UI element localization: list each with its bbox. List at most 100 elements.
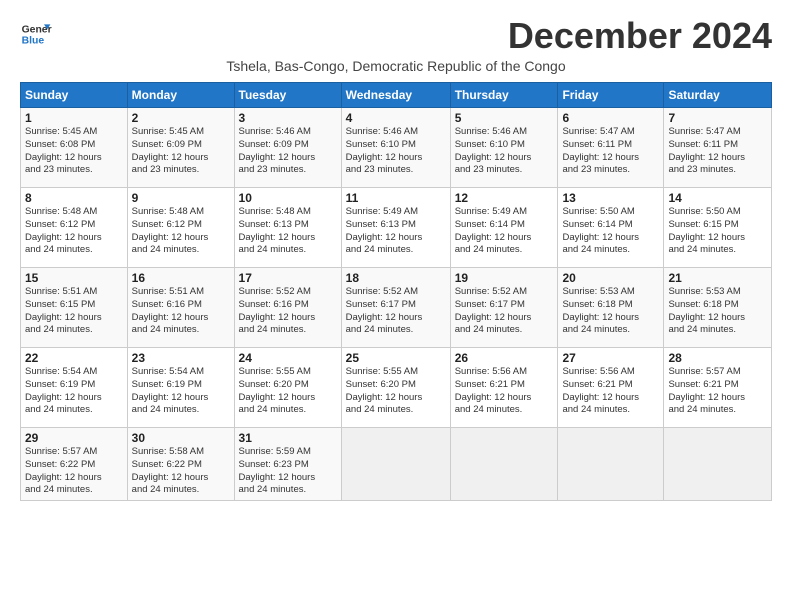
day-info: Sunrise: 5:58 AMSunset: 6:22 PMDaylight:…	[132, 446, 230, 497]
logo: General Blue	[20, 18, 52, 50]
day-info: Sunrise: 5:47 AMSunset: 6:11 PMDaylight:…	[562, 126, 659, 177]
calendar-cell: 22Sunrise: 5:54 AMSunset: 6:19 PMDayligh…	[21, 348, 128, 428]
day-info: Sunrise: 5:48 AMSunset: 6:13 PMDaylight:…	[239, 206, 337, 257]
calendar-table: Sunday Monday Tuesday Wednesday Thursday…	[20, 82, 772, 501]
calendar-cell: 19Sunrise: 5:52 AMSunset: 6:17 PMDayligh…	[450, 268, 558, 348]
calendar-cell: 29Sunrise: 5:57 AMSunset: 6:22 PMDayligh…	[21, 428, 128, 501]
day-number: 21	[668, 271, 767, 285]
day-number: 25	[346, 351, 446, 365]
calendar-cell: 2Sunrise: 5:45 AMSunset: 6:09 PMDaylight…	[127, 108, 234, 188]
day-number: 4	[346, 111, 446, 125]
day-number: 31	[239, 431, 337, 445]
day-number: 12	[455, 191, 554, 205]
header-monday: Monday	[127, 83, 234, 108]
day-info: Sunrise: 5:45 AMSunset: 6:08 PMDaylight:…	[25, 126, 123, 177]
calendar-cell: 3Sunrise: 5:46 AMSunset: 6:09 PMDaylight…	[234, 108, 341, 188]
calendar-cell: 26Sunrise: 5:56 AMSunset: 6:21 PMDayligh…	[450, 348, 558, 428]
day-info: Sunrise: 5:54 AMSunset: 6:19 PMDaylight:…	[25, 366, 123, 417]
day-number: 15	[25, 271, 123, 285]
day-number: 17	[239, 271, 337, 285]
day-number: 6	[562, 111, 659, 125]
calendar-cell: 10Sunrise: 5:48 AMSunset: 6:13 PMDayligh…	[234, 188, 341, 268]
day-info: Sunrise: 5:56 AMSunset: 6:21 PMDaylight:…	[562, 366, 659, 417]
calendar-cell: 27Sunrise: 5:56 AMSunset: 6:21 PMDayligh…	[558, 348, 664, 428]
header: General Blue December 2024	[20, 18, 772, 54]
day-number: 11	[346, 191, 446, 205]
day-number: 8	[25, 191, 123, 205]
day-number: 10	[239, 191, 337, 205]
calendar-cell: 15Sunrise: 5:51 AMSunset: 6:15 PMDayligh…	[21, 268, 128, 348]
calendar-cell: 5Sunrise: 5:46 AMSunset: 6:10 PMDaylight…	[450, 108, 558, 188]
calendar-cell: 23Sunrise: 5:54 AMSunset: 6:19 PMDayligh…	[127, 348, 234, 428]
calendar-cell: 1Sunrise: 5:45 AMSunset: 6:08 PMDaylight…	[21, 108, 128, 188]
calendar-cell: 11Sunrise: 5:49 AMSunset: 6:13 PMDayligh…	[341, 188, 450, 268]
calendar-cell: 20Sunrise: 5:53 AMSunset: 6:18 PMDayligh…	[558, 268, 664, 348]
day-info: Sunrise: 5:52 AMSunset: 6:16 PMDaylight:…	[239, 286, 337, 337]
day-number: 16	[132, 271, 230, 285]
day-number: 19	[455, 271, 554, 285]
month-title: December 2024	[508, 18, 772, 54]
title-block: December 2024	[508, 18, 772, 54]
calendar-cell	[450, 428, 558, 501]
day-info: Sunrise: 5:57 AMSunset: 6:22 PMDaylight:…	[25, 446, 123, 497]
day-info: Sunrise: 5:59 AMSunset: 6:23 PMDaylight:…	[239, 446, 337, 497]
calendar-cell	[341, 428, 450, 501]
calendar-cell: 21Sunrise: 5:53 AMSunset: 6:18 PMDayligh…	[664, 268, 772, 348]
calendar-cell: 16Sunrise: 5:51 AMSunset: 6:16 PMDayligh…	[127, 268, 234, 348]
day-info: Sunrise: 5:46 AMSunset: 6:09 PMDaylight:…	[239, 126, 337, 177]
calendar-cell	[664, 428, 772, 501]
calendar-cell: 13Sunrise: 5:50 AMSunset: 6:14 PMDayligh…	[558, 188, 664, 268]
day-number: 23	[132, 351, 230, 365]
calendar-cell: 6Sunrise: 5:47 AMSunset: 6:11 PMDaylight…	[558, 108, 664, 188]
day-info: Sunrise: 5:53 AMSunset: 6:18 PMDaylight:…	[668, 286, 767, 337]
header-friday: Friday	[558, 83, 664, 108]
day-info: Sunrise: 5:46 AMSunset: 6:10 PMDaylight:…	[346, 126, 446, 177]
day-info: Sunrise: 5:47 AMSunset: 6:11 PMDaylight:…	[668, 126, 767, 177]
header-saturday: Saturday	[664, 83, 772, 108]
calendar-cell: 7Sunrise: 5:47 AMSunset: 6:11 PMDaylight…	[664, 108, 772, 188]
calendar-cell: 17Sunrise: 5:52 AMSunset: 6:16 PMDayligh…	[234, 268, 341, 348]
day-info: Sunrise: 5:53 AMSunset: 6:18 PMDaylight:…	[562, 286, 659, 337]
header-thursday: Thursday	[450, 83, 558, 108]
day-info: Sunrise: 5:51 AMSunset: 6:16 PMDaylight:…	[132, 286, 230, 337]
calendar-cell: 8Sunrise: 5:48 AMSunset: 6:12 PMDaylight…	[21, 188, 128, 268]
calendar-body: 1Sunrise: 5:45 AMSunset: 6:08 PMDaylight…	[21, 108, 772, 501]
calendar-cell: 28Sunrise: 5:57 AMSunset: 6:21 PMDayligh…	[664, 348, 772, 428]
day-info: Sunrise: 5:48 AMSunset: 6:12 PMDaylight:…	[132, 206, 230, 257]
day-info: Sunrise: 5:57 AMSunset: 6:21 PMDaylight:…	[668, 366, 767, 417]
day-info: Sunrise: 5:50 AMSunset: 6:15 PMDaylight:…	[668, 206, 767, 257]
day-number: 13	[562, 191, 659, 205]
day-number: 9	[132, 191, 230, 205]
day-number: 3	[239, 111, 337, 125]
day-info: Sunrise: 5:49 AMSunset: 6:14 PMDaylight:…	[455, 206, 554, 257]
day-number: 18	[346, 271, 446, 285]
header-sunday: Sunday	[21, 83, 128, 108]
day-info: Sunrise: 5:55 AMSunset: 6:20 PMDaylight:…	[346, 366, 446, 417]
day-number: 30	[132, 431, 230, 445]
calendar-cell	[558, 428, 664, 501]
day-info: Sunrise: 5:51 AMSunset: 6:15 PMDaylight:…	[25, 286, 123, 337]
logo-icon: General Blue	[20, 18, 52, 50]
calendar-cell: 30Sunrise: 5:58 AMSunset: 6:22 PMDayligh…	[127, 428, 234, 501]
svg-text:Blue: Blue	[22, 36, 45, 47]
day-info: Sunrise: 5:56 AMSunset: 6:21 PMDaylight:…	[455, 366, 554, 417]
day-info: Sunrise: 5:52 AMSunset: 6:17 PMDaylight:…	[346, 286, 446, 337]
calendar-cell: 18Sunrise: 5:52 AMSunset: 6:17 PMDayligh…	[341, 268, 450, 348]
day-number: 14	[668, 191, 767, 205]
day-number: 2	[132, 111, 230, 125]
header-tuesday: Tuesday	[234, 83, 341, 108]
calendar-cell: 4Sunrise: 5:46 AMSunset: 6:10 PMDaylight…	[341, 108, 450, 188]
day-info: Sunrise: 5:45 AMSunset: 6:09 PMDaylight:…	[132, 126, 230, 177]
day-info: Sunrise: 5:50 AMSunset: 6:14 PMDaylight:…	[562, 206, 659, 257]
day-info: Sunrise: 5:46 AMSunset: 6:10 PMDaylight:…	[455, 126, 554, 177]
day-number: 29	[25, 431, 123, 445]
day-number: 28	[668, 351, 767, 365]
calendar-cell: 31Sunrise: 5:59 AMSunset: 6:23 PMDayligh…	[234, 428, 341, 501]
header-wednesday: Wednesday	[341, 83, 450, 108]
day-number: 20	[562, 271, 659, 285]
calendar-header: Sunday Monday Tuesday Wednesday Thursday…	[21, 83, 772, 108]
day-info: Sunrise: 5:52 AMSunset: 6:17 PMDaylight:…	[455, 286, 554, 337]
day-info: Sunrise: 5:54 AMSunset: 6:19 PMDaylight:…	[132, 366, 230, 417]
day-number: 26	[455, 351, 554, 365]
day-number: 24	[239, 351, 337, 365]
